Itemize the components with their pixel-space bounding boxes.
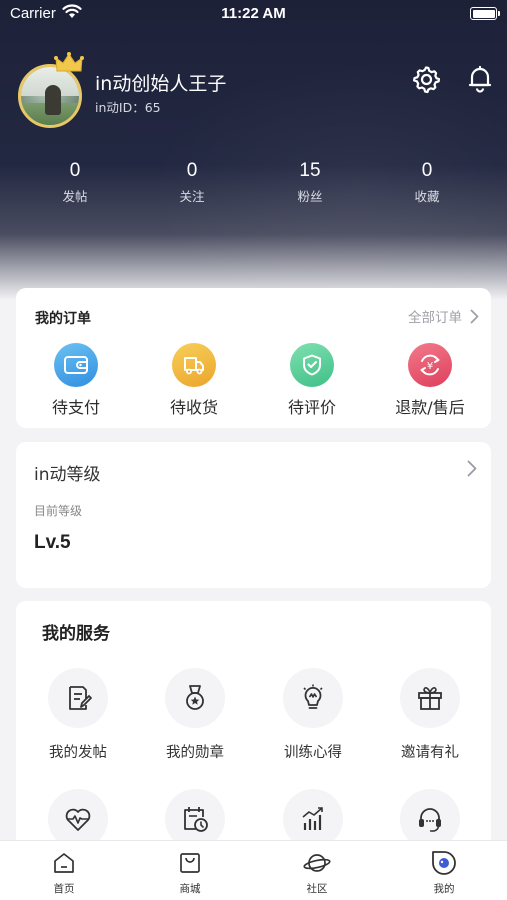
level-title: in动等级 — [34, 465, 101, 485]
stat-label: 发帖 — [62, 189, 88, 204]
stat-following[interactable]: 0 关注 — [152, 160, 232, 205]
order-pending-payment[interactable]: 待支付 — [26, 343, 126, 418]
order-label: 待评价 — [287, 398, 336, 417]
tab-shop[interactable]: 商城 — [140, 849, 240, 896]
tab-label: 首页 — [53, 883, 75, 895]
notification-bell-icon[interactable] — [465, 64, 495, 94]
level-value: Lv.5 — [34, 532, 71, 553]
bottom-tab-bar: 首页 商城 社区 我的 — [0, 840, 507, 900]
settings-gear-icon[interactable] — [411, 64, 441, 94]
all-orders-link[interactable]: 全部订单 — [408, 306, 479, 326]
orders-card: 我的订单 全部订单 待支付 待收货 待评价 ¥ 退款/售后 — [16, 288, 491, 428]
profile-id: in动ID：65 — [95, 100, 161, 115]
service-label: 我的发帖 — [49, 745, 107, 761]
order-label: 待支付 — [51, 398, 100, 417]
status-bar: Carrier 11:22 AM — [0, 0, 507, 28]
service-label: 我的勋章 — [166, 745, 224, 761]
service-label: 训练心得 — [284, 745, 342, 761]
service-training-notes[interactable]: 训练心得 — [254, 668, 372, 762]
order-label: 退款/售后 — [395, 398, 465, 417]
service-invite-gift[interactable]: 邀请有礼 — [371, 668, 489, 762]
stat-value: 0 — [69, 160, 81, 181]
all-orders-label: 全部订单 — [408, 310, 462, 326]
service-label: 邀请有礼 — [401, 745, 459, 761]
tab-label: 我的 — [433, 883, 455, 895]
stat-label: 收藏 — [414, 189, 440, 204]
profile-stats: 0 发帖 0 关注 15 粉丝 0 收藏 — [0, 160, 507, 210]
shield-icon — [290, 343, 334, 387]
home-icon — [14, 849, 114, 877]
clock: 11:22 AM — [221, 5, 286, 22]
service-my-medals[interactable]: 我的勋章 — [136, 668, 254, 762]
gift-icon — [400, 668, 460, 728]
battery-icon — [470, 7, 500, 20]
edit-note-icon — [48, 668, 108, 728]
stat-favorites[interactable]: 0 收藏 — [387, 160, 467, 205]
lightbulb-icon — [283, 668, 343, 728]
svg-text:¥: ¥ — [427, 361, 433, 372]
stat-value: 0 — [186, 160, 198, 181]
truck-icon — [172, 343, 216, 387]
stat-value: 15 — [299, 160, 321, 181]
orders-title: 我的订单 — [35, 311, 91, 327]
shop-bag-icon — [140, 849, 240, 877]
stat-posts[interactable]: 0 发帖 — [35, 160, 115, 205]
stat-label: 关注 — [179, 189, 205, 204]
stat-followers[interactable]: 15 粉丝 — [270, 160, 350, 205]
tab-label: 商城 — [179, 883, 201, 895]
profile-name: in动创始人王子 — [95, 73, 227, 95]
wallet-icon — [54, 343, 98, 387]
service-my-posts[interactable]: 我的发帖 — [19, 668, 137, 762]
stat-label: 粉丝 — [297, 189, 323, 204]
order-pending-receipt[interactable]: 待收货 — [144, 343, 244, 418]
order-refund[interactable]: ¥ 退款/售后 — [380, 343, 480, 418]
level-subtitle: 目前等级 — [34, 504, 83, 518]
level-card[interactable]: in动等级 目前等级 Lv.5 — [16, 442, 491, 588]
tab-label: 社区 — [306, 883, 328, 895]
tab-home[interactable]: 首页 — [14, 849, 114, 896]
order-label: 待收货 — [169, 398, 218, 417]
medal-icon — [165, 668, 225, 728]
tab-community[interactable]: 社区 — [267, 849, 367, 896]
services-title: 我的服务 — [42, 624, 110, 644]
tab-profile[interactable]: 我的 — [394, 849, 494, 896]
crown-icon — [54, 52, 84, 78]
chevron-right-icon — [467, 460, 477, 481]
stat-value: 0 — [421, 160, 433, 181]
refund-icon: ¥ — [408, 343, 452, 387]
profile-icon — [394, 849, 494, 877]
chevron-right-icon — [470, 309, 479, 323]
header-background — [0, 0, 507, 320]
order-pending-review[interactable]: 待评价 — [262, 343, 362, 418]
planet-icon — [267, 849, 367, 877]
